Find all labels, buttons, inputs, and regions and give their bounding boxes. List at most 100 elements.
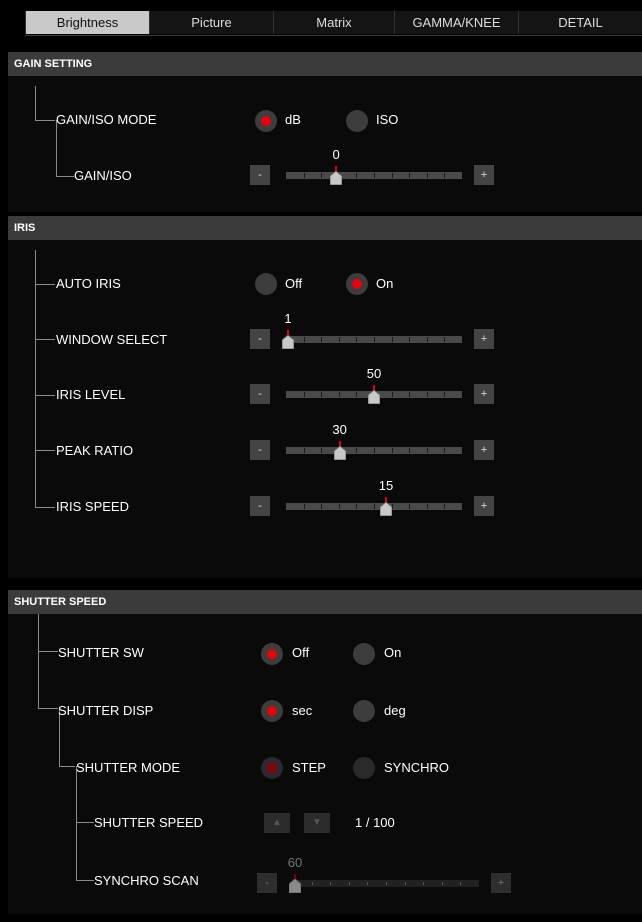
slider-minus-button[interactable]: -	[250, 384, 270, 404]
shutter-sw-label: SHUTTER SW	[58, 645, 144, 660]
slider-tick	[426, 173, 428, 178]
radio-auto-iris-on[interactable]	[346, 273, 368, 295]
shutter-disp-label: SHUTTER DISP	[58, 703, 154, 718]
tree-line	[35, 450, 55, 451]
slider-plus-button[interactable]: +	[474, 329, 494, 349]
slider-track[interactable]	[293, 880, 479, 887]
slider-value: 1	[284, 311, 292, 326]
slider-minus-button[interactable]: -	[257, 873, 277, 893]
synchro-scan-label: SYNCHRO SCAN	[94, 873, 199, 888]
slider-plus-button[interactable]: +	[474, 165, 494, 185]
slider-tick	[348, 882, 350, 885]
slider-tick	[444, 448, 446, 453]
tab-detail[interactable]: DETAIL	[518, 11, 642, 34]
slider-plus-button[interactable]: +	[491, 873, 511, 893]
slider-tick	[374, 173, 375, 178]
tree-line	[76, 880, 94, 881]
tree-line	[59, 766, 75, 767]
slider-tick	[409, 504, 411, 509]
slider-tick	[374, 337, 375, 342]
slider-value: 60	[287, 855, 303, 870]
tree-line	[56, 120, 57, 176]
radio-shutter-disp-sec-label: sec	[292, 703, 313, 718]
tab-picture[interactable]: Picture	[149, 11, 273, 34]
radio-shutter-disp-sec[interactable]	[261, 700, 283, 722]
tab-brightness[interactable]: Brightness	[25, 11, 149, 34]
tree-line	[35, 339, 55, 340]
slider-thumb[interactable]	[367, 389, 381, 405]
slider-tick	[444, 337, 446, 342]
slider-tick	[303, 392, 305, 397]
slider-tick	[441, 882, 443, 885]
slider-tick	[338, 504, 340, 509]
slider-value: 0	[332, 147, 340, 162]
slider-tick	[303, 448, 305, 453]
shutter-speed-down-button[interactable]: ▼	[304, 813, 330, 833]
tree-line	[76, 766, 77, 880]
radio-shutter-mode-step[interactable]	[261, 757, 283, 779]
tree-line	[38, 651, 58, 652]
window-select-label: WINDOW SELECT	[56, 332, 168, 347]
radio-shutter-sw-off[interactable]	[261, 643, 283, 665]
tab-gamma-knee[interactable]: GAMMA/KNEE	[394, 11, 518, 34]
radio-auto-iris-off[interactable]	[255, 273, 277, 295]
slider-track[interactable]	[286, 503, 462, 510]
slider-minus-button[interactable]: -	[250, 165, 270, 185]
tree-line	[76, 822, 94, 823]
slider-tick	[303, 504, 305, 509]
slider-tick	[423, 882, 425, 885]
slider-thumb[interactable]	[379, 501, 393, 517]
radio-iso[interactable]	[346, 110, 368, 132]
tree-line	[35, 86, 36, 121]
radio-db-label: dB	[285, 112, 301, 127]
slider-tick	[391, 337, 393, 342]
slider-tick	[426, 448, 428, 453]
slider-minus-button[interactable]: -	[250, 329, 270, 349]
slider-tick	[303, 337, 305, 342]
slider-plus-button[interactable]: +	[474, 384, 494, 404]
slider-tick	[356, 392, 358, 397]
slider-plus-button[interactable]: +	[474, 496, 494, 516]
slider-track[interactable]	[286, 172, 462, 179]
tree-line	[56, 176, 74, 177]
slider-thumb[interactable]	[329, 170, 343, 186]
slider-tick	[391, 173, 393, 178]
slider-minus-button[interactable]: -	[250, 496, 270, 516]
slider-tick	[444, 392, 446, 397]
slider-tick	[460, 882, 462, 885]
section-header-iris: IRIS	[8, 216, 642, 240]
shutter-mode-label: SHUTTER MODE	[76, 760, 180, 775]
tree-line	[38, 708, 58, 709]
gain-panel	[8, 76, 642, 212]
radio-shutter-mode-synchro-label: SYNCHRO	[384, 760, 450, 775]
slider-tick	[374, 504, 375, 509]
radio-auto-iris-off-label: Off	[285, 276, 303, 291]
slider-tick	[356, 337, 358, 342]
radio-iso-label: ISO	[376, 112, 399, 127]
radio-shutter-mode-synchro[interactable]	[353, 757, 375, 779]
slider-plus-button[interactable]: +	[474, 440, 494, 460]
slider-track[interactable]	[286, 447, 462, 454]
radio-db[interactable]	[255, 110, 277, 132]
slider-thumb[interactable]	[288, 878, 302, 894]
shutter-speed-up-button[interactable]: ▲	[264, 813, 290, 833]
tab-matrix[interactable]: Matrix	[273, 11, 394, 34]
radio-shutter-disp-deg[interactable]	[353, 700, 375, 722]
slider-thumb[interactable]	[281, 334, 295, 350]
slider-tick	[321, 392, 323, 397]
slider-tick	[321, 504, 323, 509]
slider-tick	[444, 504, 446, 509]
slider-value: 50	[366, 366, 382, 381]
section-header-gain: GAIN SETTING	[8, 52, 642, 76]
slider-minus-button[interactable]: -	[250, 440, 270, 460]
slider-tick	[391, 448, 393, 453]
slider-tick	[321, 448, 323, 453]
tab-bar: Brightness Picture Matrix GAMMA/KNEE DET…	[25, 11, 642, 36]
slider-thumb[interactable]	[333, 445, 347, 461]
slider-tick	[356, 504, 358, 509]
section-header-shutter: SHUTTER SPEED	[8, 590, 642, 614]
slider-tick	[409, 173, 411, 178]
slider-track[interactable]	[286, 336, 462, 343]
radio-shutter-sw-on[interactable]	[353, 643, 375, 665]
slider-tick	[338, 392, 340, 397]
